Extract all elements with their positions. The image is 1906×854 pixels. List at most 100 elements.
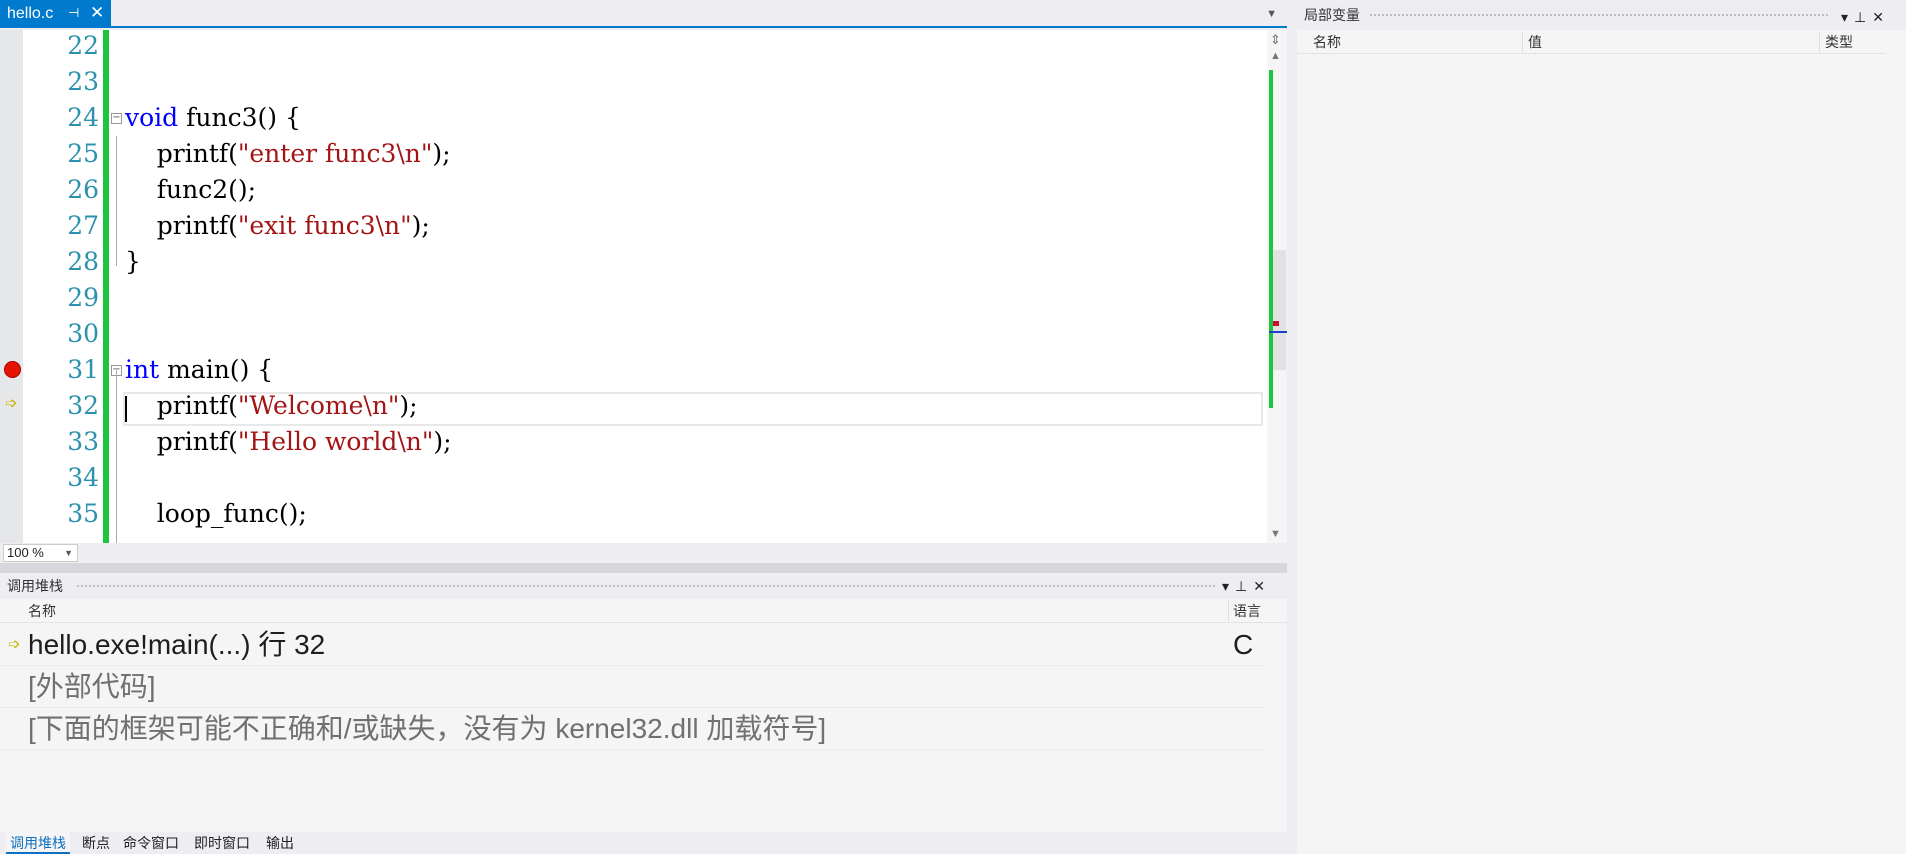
scrollbar-thumb[interactable] <box>1273 250 1286 370</box>
close-icon[interactable]: ✕ <box>1253 578 1271 594</box>
document-tab-hello-c[interactable]: hello.c ⊣ ✕ <box>0 0 111 28</box>
locals-pane: 局部变量 ▾⊥✕ 名称 值 类型 <box>1297 0 1906 854</box>
title-grip <box>76 584 1216 589</box>
vertical-splitter[interactable] <box>1287 0 1297 854</box>
line-number: 35 <box>67 499 99 528</box>
locals-column-headers: 名称 值 类型 <box>1297 30 1886 54</box>
code-line[interactable]: printf("Hello world\n"); <box>109 424 1259 460</box>
tab-list-dropdown-icon[interactable]: ▼ <box>1266 8 1277 20</box>
call-stack-frame-row[interactable]: [下面的框架可能不正确和/或缺失，没有为 kernel32.dll 加载符号] <box>0 708 1267 750</box>
code-line[interactable] <box>109 30 1259 64</box>
scroll-up-icon[interactable]: ▲ <box>1270 50 1281 62</box>
code-line[interactable]: int main() {− <box>109 352 1259 388</box>
close-icon[interactable]: ✕ <box>1872 9 1890 25</box>
pin-icon[interactable]: ⊣ <box>68 5 79 21</box>
scrollbar-caret-marker <box>1269 331 1287 333</box>
fold-guide <box>116 370 117 543</box>
code-line[interactable] <box>109 460 1259 496</box>
breakpoint-icon[interactable] <box>4 361 21 378</box>
column-header-name[interactable]: 名称 <box>1313 30 1341 54</box>
tool-window-tab[interactable]: 即时窗口 <box>194 832 250 854</box>
line-number: 28 <box>67 247 99 276</box>
frame-language: C <box>1233 629 1254 660</box>
scroll-down-icon[interactable]: ▼ <box>1270 528 1281 540</box>
line-number: 25 <box>67 139 99 168</box>
column-separator[interactable] <box>1819 32 1820 52</box>
code-line[interactable] <box>109 64 1259 100</box>
column-header-name[interactable]: 名称 <box>28 599 56 623</box>
chevron-down-icon: ▼ <box>64 548 73 558</box>
column-separator[interactable] <box>1522 32 1523 52</box>
tool-window-tab[interactable]: 输出 <box>266 832 294 854</box>
call-stack-column-headers: 名称 语言 <box>0 599 1287 623</box>
column-header-type[interactable]: 类型 <box>1825 30 1853 54</box>
line-number: 33 <box>67 427 99 456</box>
code-line-text: func2(); <box>125 172 256 208</box>
execution-pointer-icon[interactable]: ➩ <box>5 394 18 412</box>
window-position-dropdown-icon[interactable]: ▾ <box>1222 578 1235 594</box>
code-line[interactable]: void func3() {− <box>109 100 1259 136</box>
call-stack-title: 调用堆栈 <box>7 578 63 594</box>
code-line[interactable]: } <box>109 244 1259 280</box>
close-icon[interactable]: ✕ <box>90 3 104 23</box>
line-number: 23 <box>67 67 99 96</box>
code-line-text: printf("exit func3\n"); <box>125 208 430 244</box>
scrollbar-breakpoint-marker <box>1273 321 1279 326</box>
code-line-text: printf("Hello world\n"); <box>125 424 452 460</box>
current-frame-arrow-icon: ➩ <box>8 636 21 653</box>
code-editor[interactable]: ➩ 22 23 24 25 26 27 28 29 30 31 32 33 34 35 void func… <box>0 30 1287 543</box>
code-line-text: loop_func(); <box>125 496 307 532</box>
code-token: ); <box>433 427 452 456</box>
code-line[interactable] <box>109 280 1259 316</box>
keyword-token: int <box>125 355 160 384</box>
locals-title: 局部变量 <box>1304 7 1360 23</box>
column-separator[interactable] <box>1228 601 1229 621</box>
collapse-icon[interactable]: − <box>111 113 122 124</box>
window-position-dropdown-icon[interactable]: ▾ <box>1841 9 1854 25</box>
string-token: "exit func3\n" <box>237 211 412 240</box>
call-stack-frame-row[interactable]: [外部代码] <box>0 666 1267 708</box>
column-header-value[interactable]: 值 <box>1528 30 1542 54</box>
editor-pane: hello.c ⊣ ✕ ▼ ➩ 22 23 24 25 26 27 28 29 30 31 32 33… <box>0 0 1287 563</box>
code-token: printf( <box>125 211 238 240</box>
indicator-margin[interactable]: ➩ <box>0 30 23 543</box>
tool-window-tabs: 调用堆栈 断点 命令窗口 即时窗口 输出 <box>0 832 1287 854</box>
pin-icon[interactable]: ⊥ <box>1235 578 1253 594</box>
vertical-scrollbar[interactable]: ⇕ ▲ ▼ <box>1267 30 1287 543</box>
line-number-gutter: 22 23 24 25 26 27 28 29 30 31 32 33 34 35 <box>23 30 103 543</box>
horizontal-splitter[interactable] <box>0 563 1287 573</box>
code-line-text: int main() { <box>125 352 273 388</box>
title-grip <box>1369 13 1829 18</box>
code-token: printf( <box>125 139 238 168</box>
code-token: } <box>125 247 141 276</box>
call-stack-pane: 调用堆栈 ▾⊥✕ 名称 语言 ➩ hello.exe!main(...) 行 32… <box>0 573 1287 832</box>
column-header-language[interactable]: 语言 <box>1233 599 1261 623</box>
code-line[interactable]: printf("exit func3\n"); <box>109 208 1259 244</box>
split-window-icon[interactable]: ⇕ <box>1270 32 1281 48</box>
string-token: "enter func3\n" <box>237 139 433 168</box>
line-number: 32 <box>67 391 99 420</box>
code-token: ); <box>411 211 430 240</box>
code-line[interactable]: func2(); <box>109 172 1259 208</box>
code-token: ); <box>432 139 451 168</box>
line-number: 30 <box>67 319 99 348</box>
line-number: 31 <box>67 355 99 384</box>
line-number: 29 <box>67 283 99 312</box>
code-line[interactable]: loop_func(); <box>109 496 1259 532</box>
tool-window-tab[interactable]: 断点 <box>82 832 110 854</box>
code-line[interactable]: printf("enter func3\n"); <box>109 136 1259 172</box>
call-stack-title-bar[interactable]: 调用堆栈 ▾⊥✕ <box>0 573 1287 599</box>
zoom-row: 100 % ▼ <box>0 543 1287 563</box>
tool-window-tab[interactable]: 调用堆栈 <box>6 832 70 854</box>
zoom-level-value: 100 % <box>7 545 44 560</box>
code-line[interactable] <box>109 316 1259 352</box>
code-line-text: printf("enter func3\n"); <box>125 136 451 172</box>
tool-window-tab[interactable]: 命令窗口 <box>123 832 179 854</box>
zoom-level-select[interactable]: 100 % ▼ <box>3 544 78 562</box>
code-token: func2(); <box>125 175 257 204</box>
code-text-area[interactable]: void func3() {− printf("enter func3\n");… <box>109 30 1267 543</box>
pin-icon[interactable]: ⊥ <box>1854 9 1872 25</box>
code-line-text: } <box>125 244 141 280</box>
call-stack-frame-row[interactable]: ➩ hello.exe!main(...) 行 32 C <box>0 624 1267 666</box>
locals-title-bar[interactable]: 局部变量 ▾⊥✕ <box>1297 0 1906 30</box>
